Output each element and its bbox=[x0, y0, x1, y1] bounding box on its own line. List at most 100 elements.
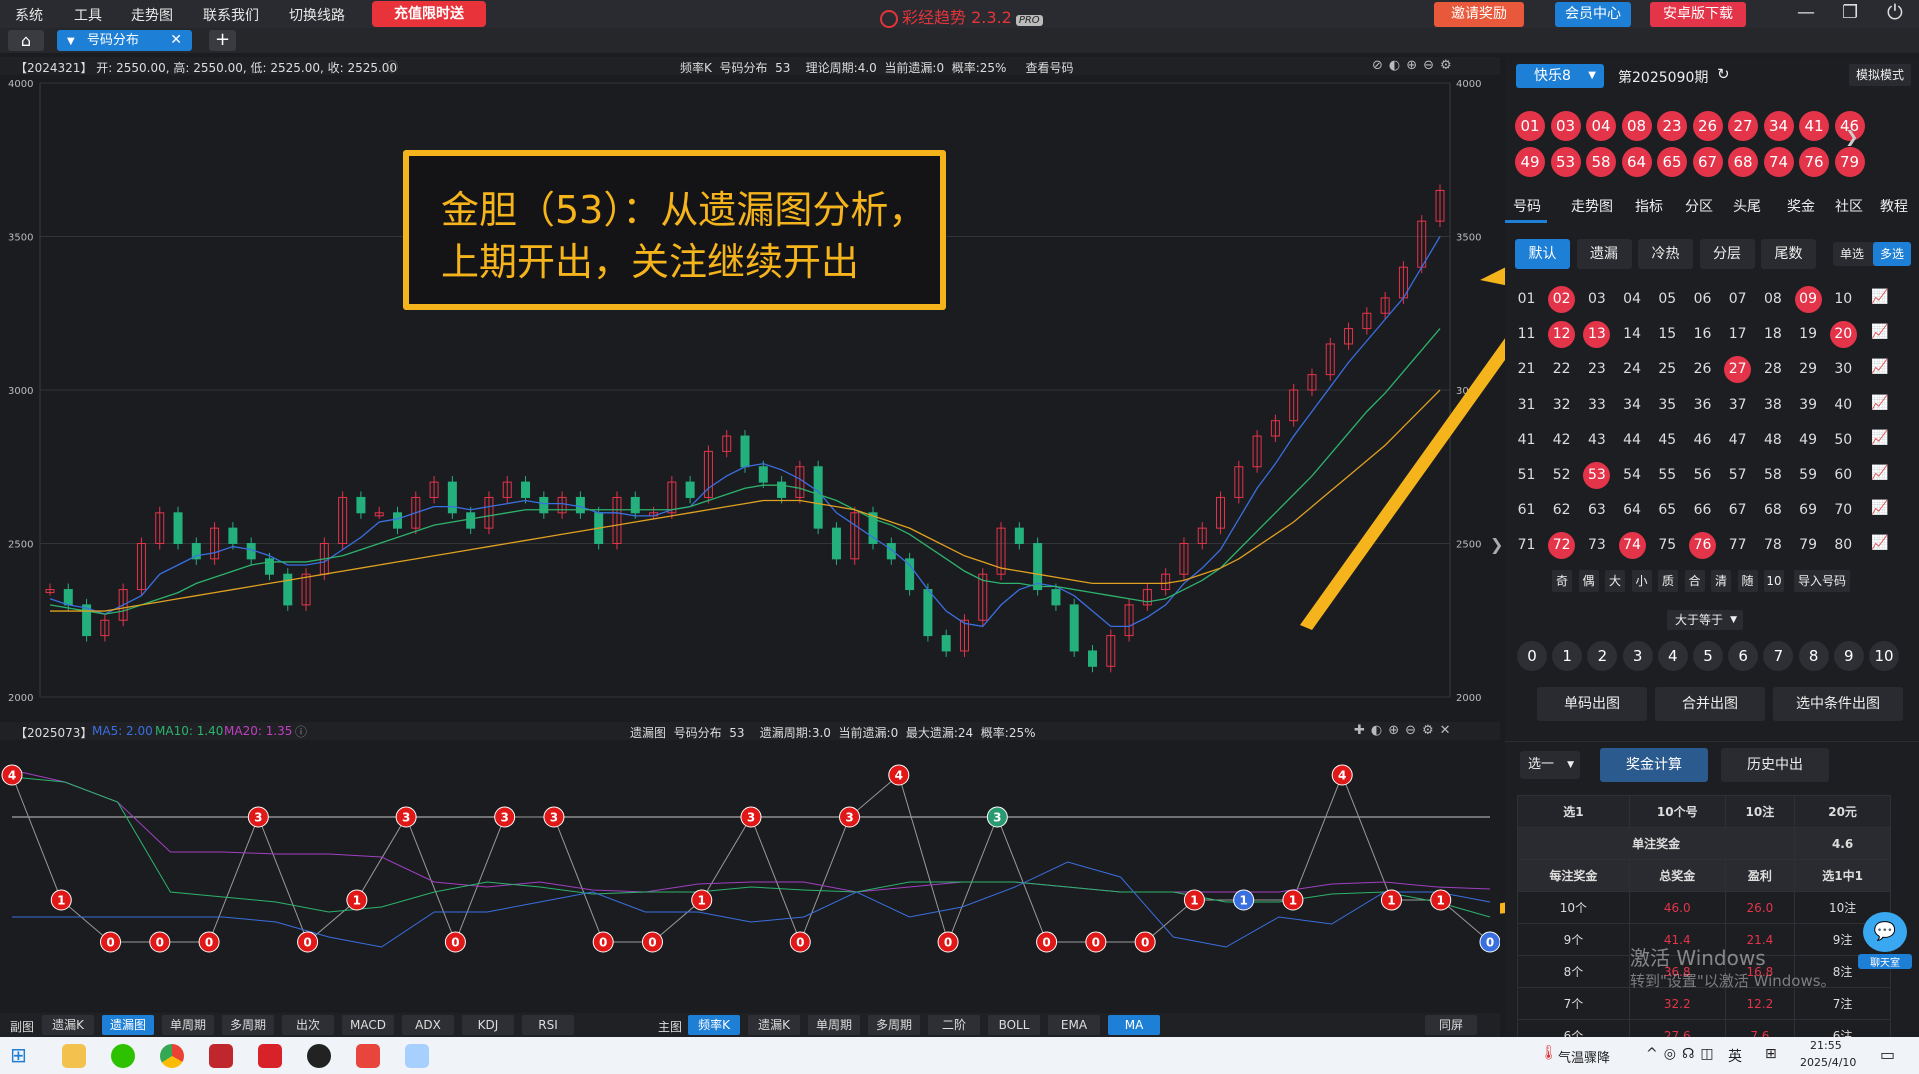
number-ball[interactable]: 26 bbox=[1689, 356, 1716, 383]
home-icon[interactable]: ⌂ bbox=[8, 30, 44, 51]
number-ball[interactable]: 42 bbox=[1548, 427, 1575, 454]
sub-btn-multi-cycle[interactable]: 多周期 bbox=[222, 1015, 274, 1035]
sim-mode-button[interactable]: 模拟模式 bbox=[1849, 64, 1911, 86]
number-ball[interactable]: 41 bbox=[1513, 427, 1540, 454]
count-button[interactable]: 2 bbox=[1587, 641, 1618, 671]
sub-help-icon[interactable]: ⓘ bbox=[295, 723, 307, 740]
number-ball[interactable]: 23 bbox=[1583, 356, 1610, 383]
number-ball[interactable]: 45 bbox=[1654, 427, 1681, 454]
sub-btn-kdj[interactable]: KDJ bbox=[462, 1015, 514, 1035]
count-button[interactable]: 6 bbox=[1728, 641, 1759, 671]
number-ball[interactable]: 78 bbox=[1759, 532, 1786, 559]
single-chart-button[interactable]: 单码出图 bbox=[1537, 687, 1647, 721]
lottery-app-icon[interactable] bbox=[258, 1044, 282, 1068]
number-ball[interactable]: 46 bbox=[1689, 427, 1716, 454]
mode-button[interactable]: 默认 bbox=[1515, 239, 1570, 269]
number-ball[interactable]: 38 bbox=[1759, 392, 1786, 419]
number-ball[interactable]: 01 bbox=[1513, 286, 1540, 313]
menu-tools[interactable]: 工具 bbox=[74, 5, 102, 25]
trend-chart-icon[interactable]: 📈 bbox=[1871, 430, 1893, 450]
number-ball[interactable]: 69 bbox=[1795, 497, 1822, 524]
number-ball[interactable]: 10 bbox=[1830, 286, 1857, 313]
trend-chart-icon[interactable]: 📈 bbox=[1871, 289, 1893, 309]
file-explorer-icon[interactable] bbox=[62, 1044, 86, 1068]
number-ball[interactable]: 47 bbox=[1724, 427, 1751, 454]
omission-chart[interactable]: 4 1 0 0 0 3 0 1 3 0 3 3 0 0 1 3 0 3 4 0 3 0 0 0 1 1 1 4 1 1 0 bbox=[0, 742, 1500, 1012]
number-ball[interactable]: 30 bbox=[1830, 356, 1857, 383]
trend-chart-icon[interactable]: 📈 bbox=[1871, 359, 1893, 379]
trend-chart-icon[interactable]: 📈 bbox=[1871, 395, 1893, 415]
number-ball[interactable]: 03 bbox=[1583, 286, 1610, 313]
restore-icon[interactable]: ❐ bbox=[1842, 2, 1858, 23]
count-button[interactable]: 0 bbox=[1517, 641, 1547, 671]
notepad-icon[interactable] bbox=[405, 1044, 429, 1068]
single-select-option[interactable]: 单选 bbox=[1833, 242, 1871, 266]
help-icon[interactable]: ⓘ bbox=[386, 58, 398, 75]
filter-button[interactable]: 导入号码 bbox=[1794, 570, 1850, 592]
mode-button[interactable]: 遗漏 bbox=[1576, 239, 1632, 269]
number-ball[interactable]: 24 bbox=[1619, 356, 1646, 383]
sub-btn-omission-k[interactable]: 遗漏K bbox=[42, 1015, 94, 1035]
number-ball[interactable]: 44 bbox=[1619, 427, 1646, 454]
member-center-button[interactable]: 会员中心 bbox=[1555, 2, 1631, 27]
number-ball[interactable]: 21 bbox=[1513, 356, 1540, 383]
filter-button[interactable]: 随 bbox=[1737, 570, 1758, 592]
tray-icons[interactable]: ^◎☊◫ bbox=[1646, 1046, 1720, 1062]
number-ball[interactable]: 49 bbox=[1795, 427, 1822, 454]
number-ball[interactable]: 50 bbox=[1830, 427, 1857, 454]
weather-icon[interactable]: 🌡 bbox=[1540, 1045, 1558, 1061]
main-btn-second-order[interactable]: 二阶 bbox=[928, 1015, 980, 1035]
number-ball[interactable]: 36 bbox=[1689, 392, 1716, 419]
chat-room-button[interactable]: 💬 聊天室 bbox=[1858, 912, 1912, 978]
main-btn-single-cycle[interactable]: 单周期 bbox=[808, 1015, 860, 1035]
number-ball[interactable]: 53 bbox=[1583, 462, 1611, 489]
number-ball[interactable]: 61 bbox=[1513, 497, 1540, 524]
sub-btn-occurrence[interactable]: 出次 bbox=[282, 1015, 334, 1035]
count-button[interactable]: 9 bbox=[1833, 641, 1864, 671]
nav-tab[interactable]: 头尾 bbox=[1733, 196, 1761, 216]
number-ball[interactable]: 02 bbox=[1548, 286, 1576, 313]
mode-button[interactable]: 分层 bbox=[1699, 239, 1755, 269]
number-ball[interactable]: 31 bbox=[1513, 392, 1540, 419]
ime-mode-icon[interactable]: ⊞ bbox=[1765, 1046, 1777, 1062]
minimize-icon[interactable]: — bbox=[1797, 2, 1815, 23]
number-ball[interactable]: 60 bbox=[1830, 462, 1857, 489]
number-ball[interactable]: 73 bbox=[1583, 532, 1610, 559]
main-btn-ma[interactable]: MA bbox=[1108, 1015, 1160, 1035]
number-ball[interactable]: 66 bbox=[1689, 497, 1716, 524]
browser-icon[interactable] bbox=[160, 1044, 184, 1068]
trend-chart-icon[interactable]: 📈 bbox=[1871, 324, 1893, 344]
sync-screen-button[interactable]: 同屏 bbox=[1425, 1015, 1477, 1035]
filter-button[interactable]: 偶 bbox=[1578, 570, 1599, 592]
number-ball[interactable]: 11 bbox=[1513, 321, 1540, 348]
menu-trend[interactable]: 走势图 bbox=[131, 5, 173, 25]
compare-select[interactable]: 大于等于 ▼ bbox=[1667, 610, 1743, 630]
tab-close-icon[interactable]: ✕ bbox=[170, 30, 182, 51]
number-ball[interactable]: 62 bbox=[1548, 497, 1575, 524]
nav-tab[interactable]: 社区 bbox=[1835, 196, 1863, 216]
condition-chart-button[interactable]: 选中条件出图 bbox=[1773, 687, 1903, 721]
number-ball[interactable]: 71 bbox=[1513, 532, 1540, 559]
ime-indicator[interactable]: 英 bbox=[1728, 1046, 1742, 1066]
wps-icon[interactable] bbox=[356, 1044, 380, 1068]
merge-chart-button[interactable]: 合并出图 bbox=[1655, 687, 1765, 721]
menu-switch-line[interactable]: 切换线路 bbox=[289, 5, 345, 25]
windows-start-icon[interactable]: ⊞ bbox=[10, 1043, 27, 1067]
count-button[interactable]: 10 bbox=[1869, 641, 1899, 671]
number-ball[interactable]: 29 bbox=[1795, 356, 1822, 383]
main-btn-omission-k[interactable]: 遗漏K bbox=[748, 1015, 800, 1035]
sub-btn-single-cycle[interactable]: 单周期 bbox=[162, 1015, 214, 1035]
count-button[interactable]: 7 bbox=[1763, 641, 1794, 671]
chart-tool-icons[interactable]: ⊘◐⊕⊖⚙ bbox=[1372, 58, 1458, 73]
number-ball[interactable]: 72 bbox=[1548, 532, 1576, 560]
number-ball[interactable]: 43 bbox=[1583, 427, 1610, 454]
number-ball[interactable]: 56 bbox=[1689, 462, 1716, 489]
number-ball[interactable]: 79 bbox=[1795, 532, 1822, 559]
count-button[interactable]: 8 bbox=[1798, 641, 1829, 671]
number-ball[interactable]: 08 bbox=[1759, 286, 1786, 313]
main-btn-multi-cycle[interactable]: 多周期 bbox=[868, 1015, 920, 1035]
trend-chart-icon[interactable]: 📈 bbox=[1871, 535, 1893, 555]
nav-tab[interactable]: 走势图 bbox=[1571, 196, 1613, 216]
nav-tab[interactable]: 分区 bbox=[1685, 196, 1713, 216]
number-ball[interactable]: 22 bbox=[1548, 356, 1575, 383]
